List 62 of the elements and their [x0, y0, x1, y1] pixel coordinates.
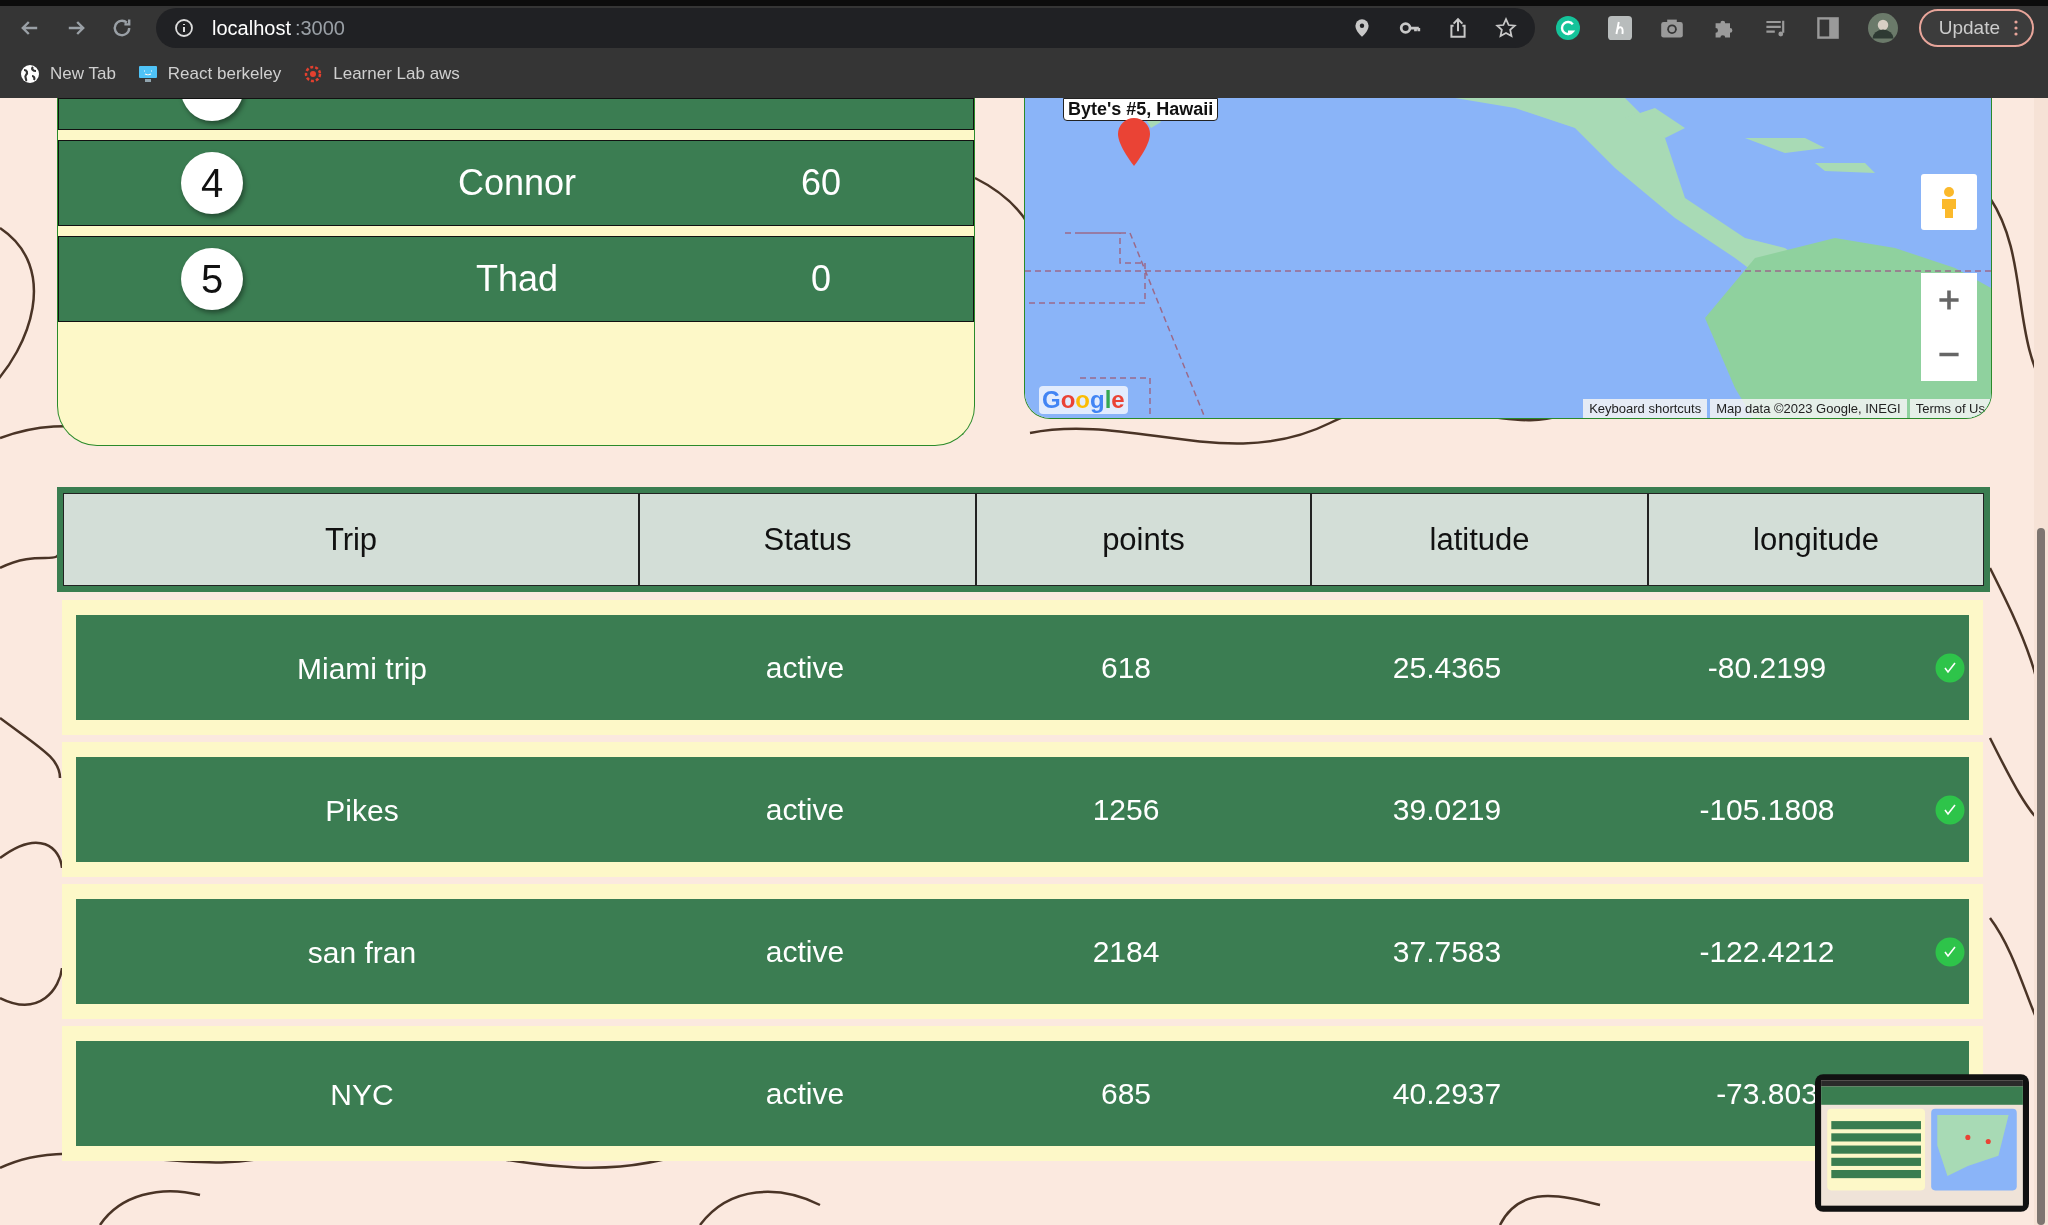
pegman-icon — [1939, 185, 1959, 219]
column-header: longitude — [1648, 493, 1984, 586]
trip-longitude: -105.1808 — [1699, 792, 1835, 827]
rank-badge: 5 — [181, 248, 243, 310]
bookmark[interactable]: React berkeley — [137, 64, 282, 84]
ring-icon — [303, 64, 324, 84]
trip-status: active — [765, 792, 845, 827]
update-button[interactable]: Update — [1918, 9, 2034, 47]
map-attribution-link[interactable]: Map data ©2023 Google, INEGI — [1710, 399, 1907, 418]
column-header: points — [976, 493, 1311, 586]
bookmark[interactable]: New Tab — [20, 64, 116, 84]
star-icon[interactable] — [1494, 17, 1517, 39]
user-points: 60 — [800, 162, 841, 204]
trip-row[interactable]: NYC active 685 40.2937 -73.803 — [76, 1041, 1969, 1146]
trip-status: active — [765, 1076, 845, 1111]
trip-longitude: -80.2199 — [1707, 650, 1827, 685]
trip-points: 1256 — [1092, 792, 1160, 827]
trip-latitude: 37.7583 — [1392, 934, 1502, 969]
trip-longitude: -122.4212 — [1699, 934, 1835, 969]
user-name: Connor — [457, 162, 577, 204]
scrollbar-thumb[interactable] — [2037, 528, 2045, 1225]
trip-name: NYC — [330, 1077, 394, 1112]
trip-row[interactable]: san fran active 2184 37.7583 -122.4212 — [76, 899, 1969, 1004]
bookmark[interactable]: Learner Lab aws — [303, 64, 460, 84]
map-attribution-link[interactable]: Keyboard shortcuts — [1583, 399, 1708, 418]
info-icon[interactable] — [174, 18, 194, 38]
address-bar[interactable]: localhost :3000 — [156, 8, 1535, 48]
check-icon[interactable] — [1934, 936, 1965, 967]
map-pin-icon[interactable] — [1116, 118, 1152, 166]
trip-status: active — [765, 650, 845, 685]
column-header: latitude — [1311, 493, 1648, 586]
grammar-extension-icon[interactable] — [1555, 16, 1580, 40]
extension-icon[interactable] — [1607, 16, 1632, 40]
trip-name: Miami trip — [297, 651, 427, 686]
user-points: 0 — [811, 258, 831, 300]
trip-row[interactable]: Pikes active 1256 39.0219 -105.1808 — [76, 757, 1969, 862]
map-logo: Google — [1039, 386, 1128, 414]
marker-label: Byte's #5, Hawaii — [1063, 98, 1219, 121]
trip-longitude: -73.803 — [1716, 1076, 1818, 1111]
globe-icon — [20, 64, 40, 84]
rank-badge: 4 — [181, 152, 243, 214]
trip-latitude: 25.4365 — [1392, 650, 1502, 685]
trip-points: 2184 — [1092, 934, 1160, 969]
trip-latitude: 39.0219 — [1392, 792, 1502, 827]
monitor-icon — [137, 64, 158, 84]
column-header: Status — [639, 493, 976, 586]
plus-icon — [1937, 288, 1961, 312]
trip-name: Pikes — [325, 793, 399, 828]
minus-icon — [1937, 351, 1961, 357]
trip-name: san fran — [307, 935, 417, 970]
avatar-icon[interactable] — [1867, 13, 1898, 43]
menu-dots-icon — [2014, 20, 2018, 36]
column-header: Trip — [63, 493, 639, 586]
check-icon[interactable] — [1934, 794, 1965, 825]
trip-points: 618 — [1100, 650, 1152, 685]
trip-status: active — [765, 934, 845, 969]
user-name: Thad — [475, 258, 559, 300]
check-icon[interactable] — [1934, 652, 1965, 683]
sidebar-icon[interactable] — [1815, 16, 1840, 40]
trip-latitude: 40.2937 — [1392, 1076, 1502, 1111]
trip-points: 685 — [1100, 1076, 1152, 1111]
trip-row[interactable]: Miami trip active 618 25.4365 -80.2199 — [76, 615, 1969, 720]
